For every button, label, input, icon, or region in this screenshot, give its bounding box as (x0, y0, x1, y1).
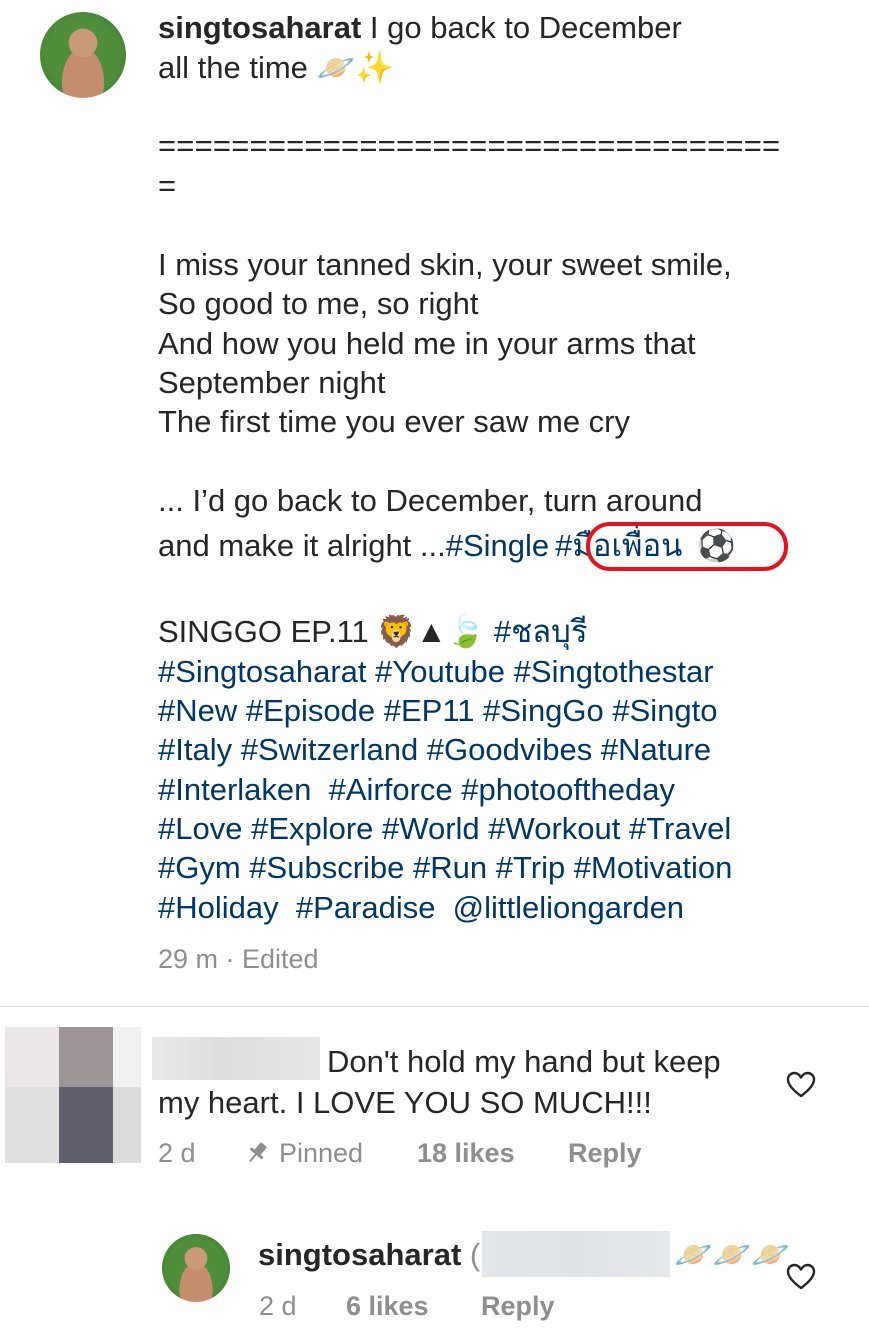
lyric-line: So good to me, so right (158, 286, 479, 321)
commenter-avatar-blurred[interactable] (5, 1027, 141, 1163)
hashtag-line[interactable]: #Singtosaharat #Youtube #Singtothestar (158, 652, 714, 691)
post-author-avatar[interactable] (40, 12, 126, 98)
post-author-username[interactable]: singtosaharat (158, 10, 361, 45)
comment-text-line-2: my heart. I LOVE YOU SO MUCH!!! (158, 1085, 652, 1120)
commenter-username-blurred[interactable] (152, 1037, 320, 1080)
comment-text-line-1: Don't hold my hand but keep (327, 1044, 721, 1079)
pinned-label: Pinned (279, 1138, 364, 1168)
lyric-line: And how you held me in your arms that (158, 326, 696, 361)
hashtag-line[interactable]: #New #Episode #EP11 #SingGo #Singto (158, 691, 718, 730)
episode-line: SINGGO EP.11 🦁▲🍃 #ชลบุรี (158, 612, 588, 651)
hashtag-line[interactable]: #Interlaken #Airforce #photooftheday (158, 770, 675, 809)
caption-text: I go back to December (361, 10, 682, 45)
reply-first-line: singtosaharat ( (258, 1235, 480, 1274)
lyric-line: The first time you ever saw me cry (158, 404, 631, 439)
reply-button[interactable]: Reply (568, 1138, 642, 1169)
hashtag-line[interactable]: #Italy #Switzerland #Goodvibes #Nature (158, 730, 711, 769)
comment-timestamp: 2 d (158, 1138, 196, 1168)
caption-line-2: all the time 🪐✨ (158, 50, 394, 85)
reply-button[interactable]: Reply (481, 1291, 555, 1322)
heart-outline-icon[interactable] (786, 1263, 816, 1291)
closing-line-1: ... I’d go back to December, turn around (158, 483, 703, 518)
mentioned-username-blurred[interactable] (482, 1231, 670, 1277)
post-caption-first-line: singtosaharat I go back to December (158, 8, 682, 47)
lyric-line: I miss your tanned skin, your sweet smil… (158, 247, 732, 282)
post-timestamp: 29 m · Edited (158, 944, 319, 974)
separator-line-2: = (158, 168, 177, 203)
comment-likes-count[interactable]: 18 likes (417, 1138, 515, 1169)
lyric-line: September night (158, 365, 386, 400)
reply-author-username[interactable]: singtosaharat (258, 1237, 461, 1272)
comments-divider (0, 1006, 869, 1007)
hashtag-line[interactable]: #Gym #Subscribe #Run #Trip #Motivation (158, 848, 732, 887)
hashtag-single[interactable]: #Single (446, 528, 549, 563)
closing-text: and make it alright ... (158, 528, 446, 563)
pin-icon (244, 1140, 270, 1166)
hashtag-line[interactable]: #Holiday #Paradise @littleliongarden (158, 888, 684, 927)
separator-line-1: ================================== (158, 128, 781, 163)
heart-outline-icon[interactable] (786, 1071, 816, 1099)
reply-emojis: 🪐🪐🪐 (674, 1237, 790, 1272)
reply-author-avatar[interactable] (162, 1234, 230, 1302)
hashtag-chonburi[interactable]: #ชลบุรี (494, 614, 588, 649)
mention-paren: ( (469, 1237, 481, 1272)
reply-timestamp: 2 d (259, 1291, 297, 1321)
episode-text: SINGGO EP.11 🦁▲🍃 (158, 614, 494, 649)
hashtag-line[interactable]: #Love #Explore #World #Workout #Travel (158, 809, 731, 848)
red-highlight-circle (586, 522, 788, 571)
reply-likes-count[interactable]: 6 likes (346, 1291, 429, 1322)
